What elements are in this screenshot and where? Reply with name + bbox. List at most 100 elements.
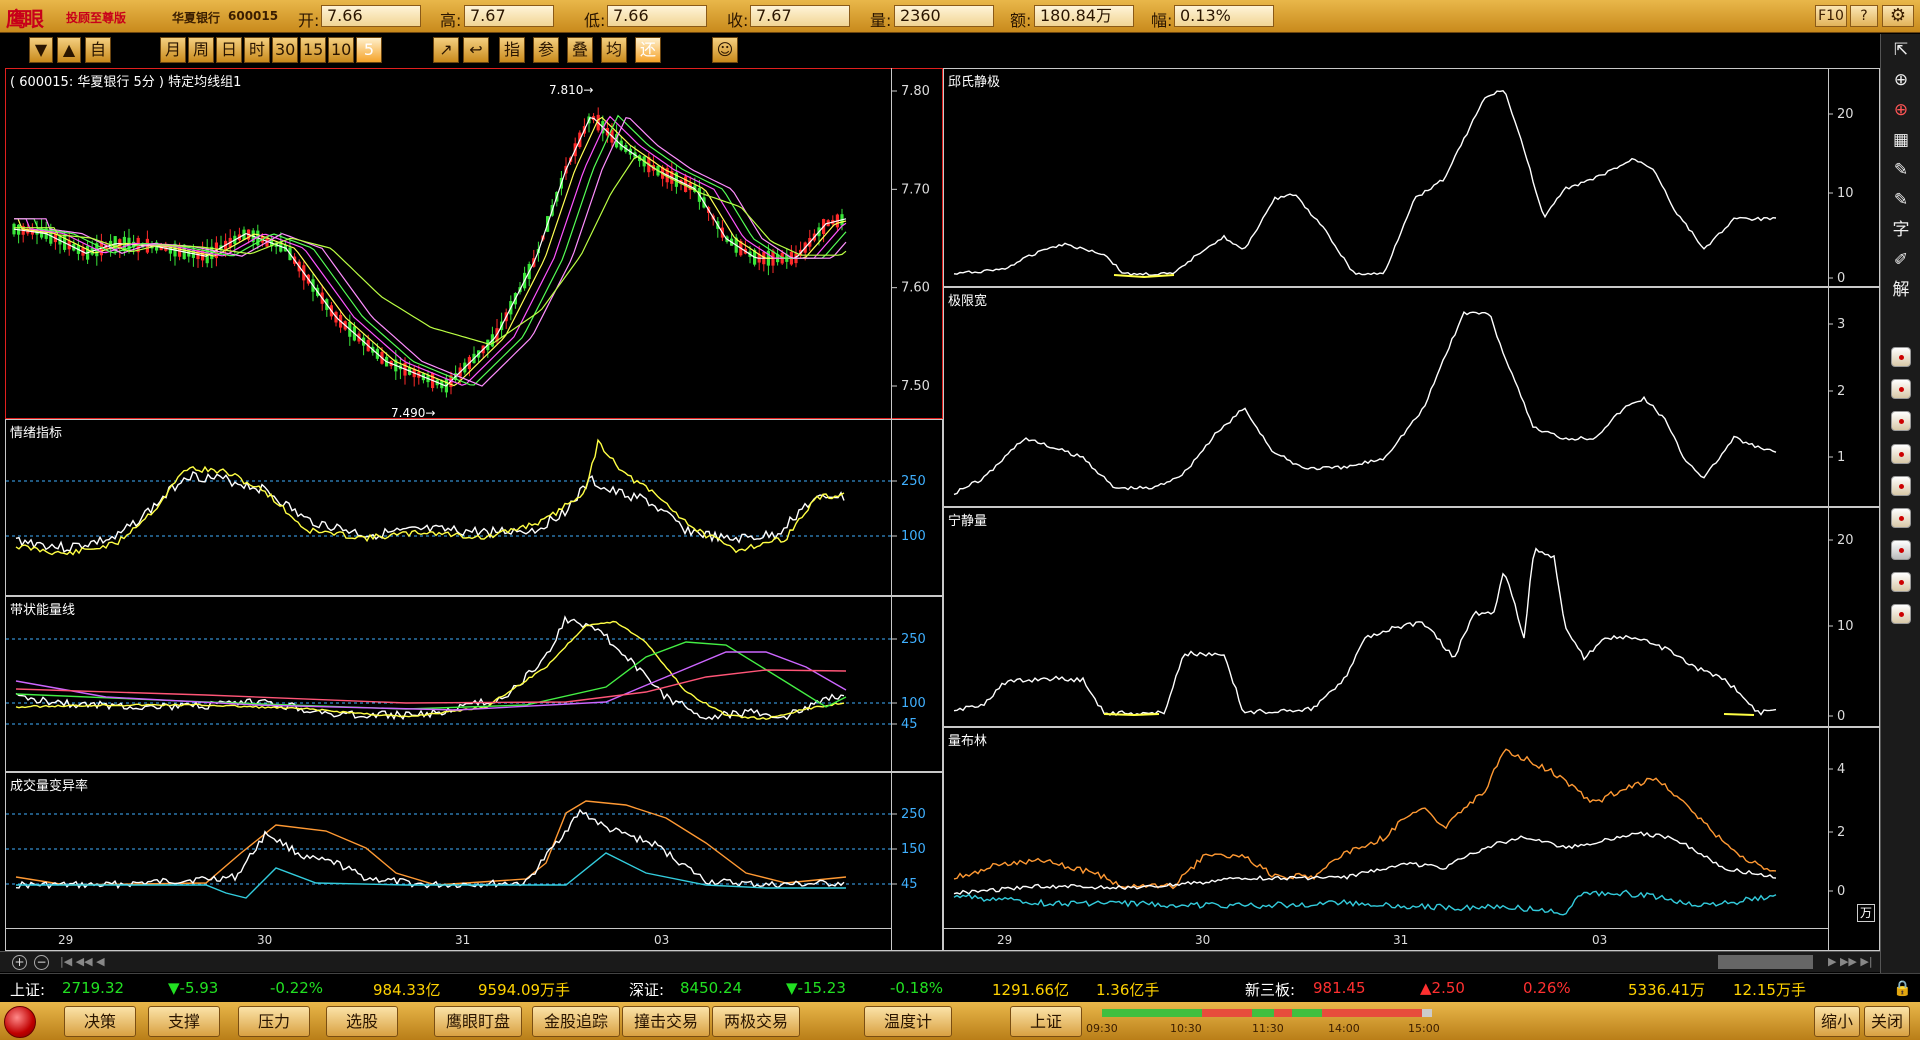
param-button[interactable]: 参: [533, 37, 559, 63]
redo-icon[interactable]: ↗: [433, 37, 459, 63]
f10-button[interactable]: F10: [1815, 5, 1847, 27]
vboll-tick-0: 4: [1837, 762, 1845, 777]
timeline-label-1130: 11:30: [1252, 1022, 1284, 1035]
period-month-button[interactable]: 月: [160, 37, 186, 63]
date-label-30: 30: [257, 933, 273, 947]
auto-button[interactable]: 自: [85, 37, 111, 63]
right-tool-sidebar: ⇱ ⊕ ⊕ ▦ ✎ ✎ 字 ✐ 解: [1880, 34, 1920, 973]
dice-2-icon[interactable]: [1891, 379, 1911, 399]
period-15-button[interactable]: 15: [300, 37, 326, 63]
period-day-button[interactable]: 日: [216, 37, 242, 63]
expand-icon[interactable]: ⇱: [1889, 38, 1913, 62]
app-logo: 鹰眼: [6, 7, 44, 31]
quote-range-label: 幅:: [1151, 11, 1173, 30]
grid-icon[interactable]: ▦: [1889, 128, 1913, 152]
sz-index-volume: 1.36亿手: [1096, 981, 1160, 999]
restore-button[interactable]: 还: [635, 37, 661, 63]
ma-button[interactable]: 均: [601, 37, 627, 63]
stock-name: 华夏银行: [172, 11, 221, 25]
bipolar-trade-button[interactable]: 两极交易: [712, 1006, 800, 1037]
support-button[interactable]: 支撑: [148, 1006, 220, 1037]
avatar-icon[interactable]: ☺: [712, 37, 738, 63]
dice-3-icon[interactable]: [1891, 411, 1911, 431]
dice-8-icon[interactable]: [1891, 572, 1911, 592]
vboll-mid-line: [953, 831, 1777, 895]
band-tick-45: 45: [901, 717, 918, 732]
decision-button[interactable]: 决策: [64, 1006, 136, 1037]
dice-7-icon[interactable]: [1891, 540, 1911, 560]
quote-high-value: 7.67: [464, 5, 554, 27]
zoom-in-icon[interactable]: +: [12, 955, 27, 970]
market-index-bar: 上证: 2719.32 ▼-5.93 -0.22% 984.33亿 9594.0…: [0, 973, 1920, 1001]
scroll-thumb[interactable]: [1718, 955, 1813, 969]
period-10-button[interactable]: 10: [328, 37, 354, 63]
close-button[interactable]: 关闭: [1864, 1006, 1910, 1037]
impact-trade-button[interactable]: 撞击交易: [622, 1006, 710, 1037]
price-tick-1: 7.70: [901, 182, 930, 197]
eraser-icon[interactable]: ✐: [1889, 248, 1913, 272]
limit-tick-2: 1: [1837, 450, 1845, 465]
text-icon[interactable]: 字: [1889, 218, 1913, 242]
target-icon[interactable]: ⊕: [1889, 98, 1913, 122]
help-button[interactable]: ?: [1850, 5, 1878, 27]
quote-range-value: 0.13%: [1174, 5, 1274, 27]
sentiment-tick-100: 100: [901, 529, 926, 544]
lock-icon[interactable]: 🔒: [1893, 979, 1912, 997]
dice-5-icon[interactable]: [1891, 476, 1911, 496]
overlay-button[interactable]: 叠: [567, 37, 593, 63]
qiu-chart: 20 10 0: [953, 90, 1854, 286]
low-marker: 7.490→: [391, 406, 436, 420]
scroll-up-button[interactable]: ▲: [57, 37, 81, 63]
dice-4-icon[interactable]: [1891, 444, 1911, 464]
thermometer-button[interactable]: 温度计: [864, 1006, 952, 1037]
scroll-right-icon[interactable]: ▶ ▶▶ ▶|: [1828, 955, 1873, 968]
timeline-seg-1: [1102, 1009, 1202, 1017]
period-hour-button[interactable]: 时: [244, 37, 270, 63]
scroll-left-icon[interactable]: |◀ ◀◀ ◀: [60, 955, 105, 968]
pen-icon[interactable]: ✎: [1889, 158, 1913, 182]
eagle-watch-button[interactable]: 鹰眼盯盘: [434, 1006, 522, 1037]
zoom-out-icon[interactable]: −: [34, 955, 49, 970]
dice-6-icon[interactable]: [1891, 508, 1911, 528]
quiet-yellow-segment: [1103, 713, 1160, 717]
neeq-index-name: 新三板:: [1245, 981, 1296, 999]
qiu-yellow-segment: [1113, 274, 1175, 279]
right-date-label-29: 29: [997, 933, 1013, 947]
dice-1-icon[interactable]: [1891, 347, 1911, 367]
sz-index-pct: -0.18%: [890, 979, 944, 997]
band-purple-line: [15, 651, 847, 711]
pencil-icon[interactable]: ✎: [1889, 188, 1913, 212]
quote-volume-label: 量:: [870, 11, 892, 30]
right-date-label-03: 03: [1592, 933, 1608, 947]
period-week-button[interactable]: 周: [188, 37, 214, 63]
indicator-button[interactable]: 指: [499, 37, 525, 63]
band-yellow-line: [15, 620, 845, 721]
golden-track-button[interactable]: 金股追踪: [532, 1006, 620, 1037]
period-5-button[interactable]: 5: [356, 37, 382, 63]
period-30-button[interactable]: 30: [272, 37, 298, 63]
sh-index-name: 上证:: [10, 981, 46, 999]
limit-width-chart: 3 2 1: [953, 310, 1845, 496]
start-icon[interactable]: [4, 1006, 36, 1038]
crosshair-icon[interactable]: ⊕: [1889, 68, 1913, 92]
quote-volume-value: 2360: [894, 5, 994, 27]
timeline-label-1030: 10:30: [1170, 1022, 1202, 1035]
undo-icon[interactable]: ↩: [463, 37, 489, 63]
scroll-down-button[interactable]: ▼: [29, 37, 53, 63]
minimize-button[interactable]: 缩小: [1814, 1006, 1860, 1037]
quote-open-value: 7.66: [321, 5, 421, 27]
quote-high-label: 高:: [440, 11, 462, 30]
pressure-button[interactable]: 压力: [238, 1006, 310, 1037]
qiu-tick-0: 20: [1837, 107, 1854, 122]
unit-button[interactable]: 万: [1857, 904, 1875, 922]
heart-icon[interactable]: [1891, 604, 1911, 624]
chart-scrollbar[interactable]: + − |◀ ◀◀ ◀ ▶ ▶▶ ▶|: [0, 951, 1920, 972]
quote-close-label: 收:: [727, 11, 749, 30]
quiet-tick-2: 0: [1837, 709, 1845, 724]
sh-index-amount: 984.33亿: [373, 981, 441, 999]
explain-icon[interactable]: 解: [1889, 278, 1913, 302]
settings-icon[interactable]: ⚙: [1882, 5, 1914, 27]
right-date-axis-line: [944, 928, 1828, 929]
stock-picker-button[interactable]: 选股: [326, 1006, 398, 1037]
shanghai-index-button[interactable]: 上证: [1010, 1006, 1082, 1037]
